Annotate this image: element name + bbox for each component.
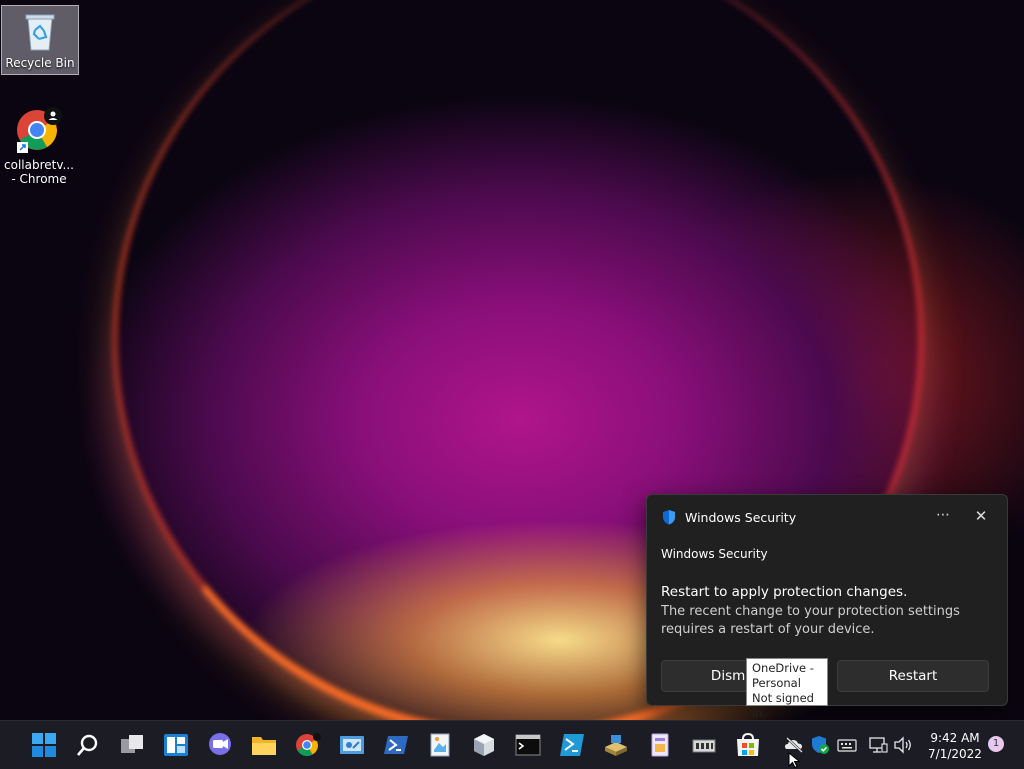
toast-title: Restart to apply protection changes. (661, 584, 908, 600)
windows-security-icon[interactable] (810, 735, 830, 755)
start-icon[interactable] (30, 731, 58, 759)
notepad-icon[interactable] (646, 731, 674, 759)
tooltip-line-1: OneDrive - (752, 661, 814, 675)
azure-powershell-icon[interactable] (558, 731, 586, 759)
keyboard-icon[interactable] (837, 735, 857, 755)
file-explorer-icon[interactable] (250, 731, 278, 759)
store-icon[interactable] (734, 731, 762, 759)
toast-header: Windows Security (661, 509, 796, 525)
shield-icon (663, 510, 675, 525)
recycle-bin-shortcut[interactable]: Recycle Bin (1, 5, 79, 75)
3d-viewer-icon[interactable] (470, 731, 498, 759)
toast-body: The recent change to your protection set… (661, 604, 960, 637)
more-options-icon[interactable]: ⋯ (933, 507, 953, 525)
disk-icon[interactable] (602, 731, 630, 759)
chat-icon[interactable] (206, 731, 234, 759)
chrome-icon (17, 107, 62, 153)
notification-badge[interactable]: 1 (988, 736, 1004, 752)
toast-app-name: Windows Security (685, 509, 797, 525)
task-view-icon[interactable] (118, 731, 146, 759)
clock[interactable]: 9:42 AM 7/1/2022 (920, 730, 990, 762)
widgets-icon[interactable] (162, 731, 190, 759)
close-icon[interactable]: ✕ (971, 507, 991, 525)
clock-time: 9:42 AM (930, 731, 980, 745)
clock-date: 7/1/2022 (928, 747, 982, 761)
powershell-icon[interactable] (382, 731, 410, 759)
onedrive-tooltip: OneDrive - Personal Not signed in (746, 658, 828, 720)
device-manager-icon[interactable] (690, 731, 718, 759)
paint-icon[interactable] (426, 731, 454, 759)
tooltip-line-3: Not signed in (752, 691, 814, 720)
terminal-icon[interactable] (514, 731, 542, 759)
toast-source: Windows Security (661, 547, 768, 561)
search-icon[interactable] (74, 731, 102, 759)
recycle-bin-icon (25, 14, 55, 51)
chrome-shortcut-label: collabretv... - Chrome (4, 158, 74, 186)
chrome-profile-shortcut[interactable]: collabretv... - Chrome (1, 104, 77, 186)
control-panel-icon[interactable] (338, 731, 366, 759)
mouse-cursor (788, 752, 801, 768)
network-icon[interactable] (868, 735, 888, 755)
chrome-icon[interactable] (294, 731, 322, 759)
restart-button[interactable]: Restart (837, 660, 989, 692)
volume-icon[interactable] (893, 735, 913, 755)
tooltip-line-2: Personal (752, 676, 801, 690)
recycle-bin-label: Recycle Bin (5, 56, 75, 70)
taskbar: 9:42 AM 7/1/2022 (0, 720, 1024, 769)
